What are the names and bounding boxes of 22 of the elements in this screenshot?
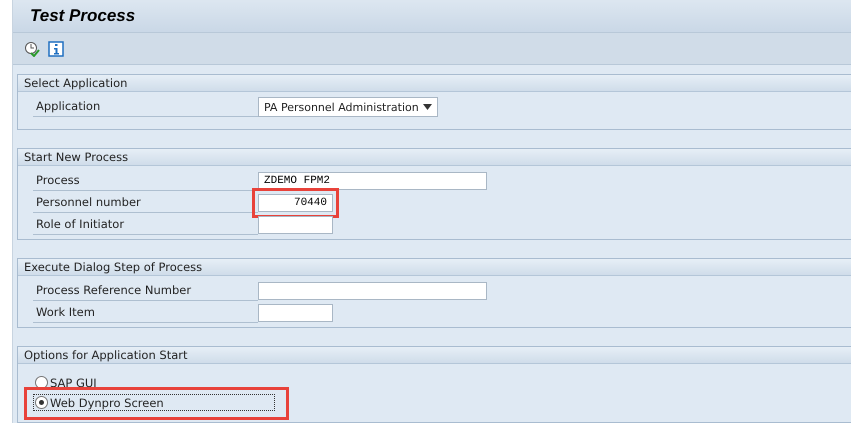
field-label: Process <box>33 173 258 191</box>
input-field[interactable] <box>258 304 333 322</box>
field-label: Work Item <box>33 305 258 323</box>
input-field[interactable] <box>258 216 333 234</box>
input-field[interactable]: ZDEMO FPM2 <box>258 172 487 190</box>
group-title: Execute Dialog Step of Process <box>24 260 202 274</box>
group-title: Select Application <box>24 76 128 90</box>
group-title: Options for Application Start <box>24 348 188 362</box>
input-field[interactable]: 70440 <box>258 194 333 212</box>
field-label: Application <box>33 99 258 117</box>
group-title: Start New Process <box>24 150 128 164</box>
radio-option[interactable]: SAP GUI <box>33 374 99 391</box>
page-title: Test Process <box>30 6 136 26</box>
field-label: Role of Initiator <box>33 217 258 235</box>
clock-check-icon[interactable] <box>24 40 40 56</box>
radio-option[interactable]: Web Dynpro Screen <box>33 394 275 411</box>
input-field[interactable] <box>258 282 487 300</box>
field-label: Personnel number <box>33 195 258 213</box>
field-label: Process Reference Number <box>33 283 258 301</box>
dropdown-caret-icon <box>423 104 432 110</box>
application-dropdown[interactable]: PA Personnel Administration <box>258 97 438 117</box>
info-icon[interactable] <box>48 40 64 56</box>
